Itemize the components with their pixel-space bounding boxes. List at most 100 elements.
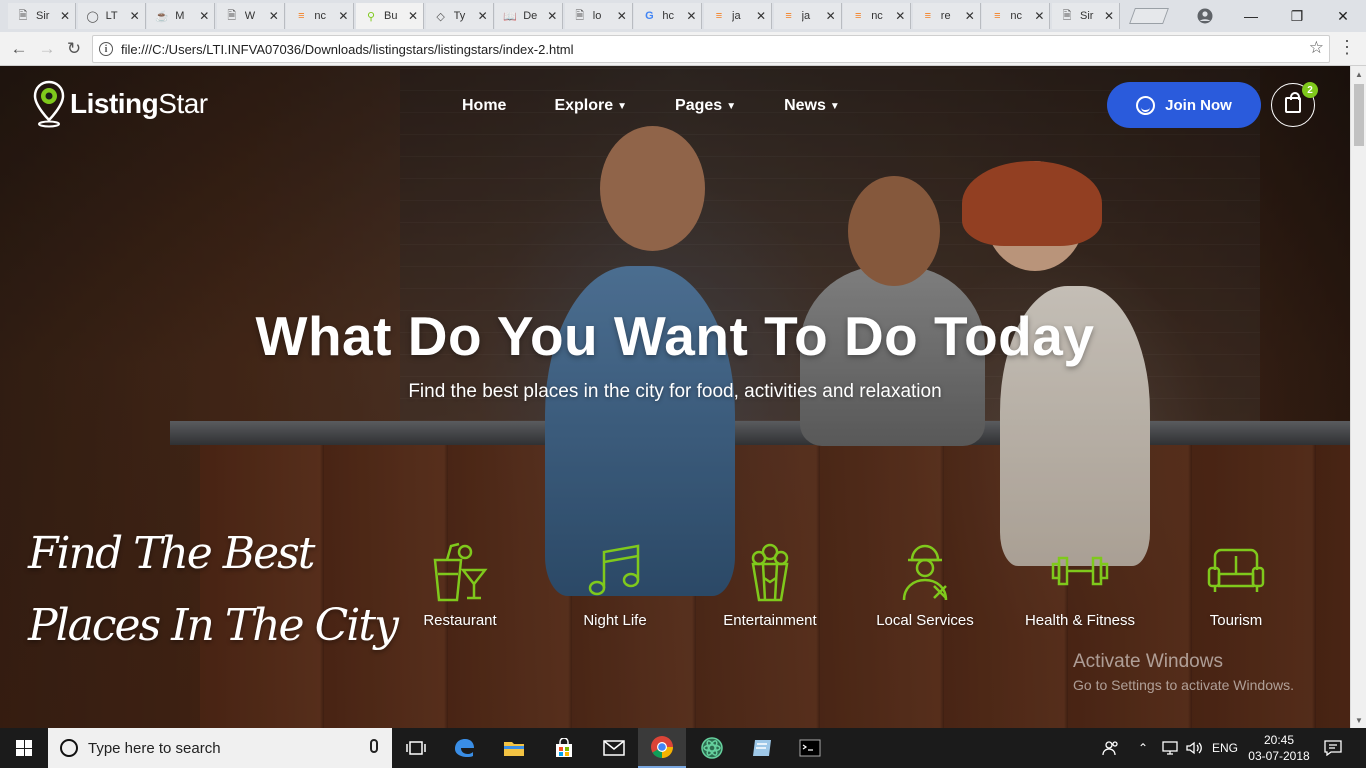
browser-tab-title: Ty: [453, 10, 466, 22]
address-bar[interactable]: i file:///C:/Users/LTI.INFVA07036/Downlo…: [92, 35, 1330, 63]
cart-button[interactable]: 2: [1271, 82, 1318, 127]
store-icon[interactable]: [540, 728, 588, 768]
browser-tab[interactable]: 🗎 Sir ✕: [1052, 3, 1120, 29]
browser-tab-title: Sir: [36, 10, 50, 22]
minimize-icon[interactable]: —: [1228, 0, 1274, 32]
caret-down-icon: ▼: [726, 100, 737, 112]
new-tab-button[interactable]: [1129, 8, 1169, 24]
edge-browser-icon[interactable]: [440, 728, 488, 768]
volume-icon[interactable]: [1186, 728, 1204, 768]
tab-close-icon[interactable]: ✕: [60, 9, 70, 23]
bookmark-star-icon[interactable]: ☆: [1309, 38, 1324, 58]
browser-tab[interactable]: ≡ nc ✕: [286, 3, 355, 29]
scroll-down-icon[interactable]: ▼: [1351, 712, 1366, 728]
browser-tab[interactable]: 🗎 lo ✕: [564, 3, 633, 29]
tab-close-icon[interactable]: ✕: [965, 9, 975, 23]
page-icon: 🗎: [18, 9, 28, 22]
tab-close-icon[interactable]: ✕: [338, 9, 348, 23]
taskbar-search[interactable]: Type here to search: [48, 728, 392, 768]
category-entertainment[interactable]: Entertainment: [712, 538, 828, 629]
windows-logo-icon: [16, 740, 32, 756]
nav-news[interactable]: News ▼: [784, 94, 840, 118]
scroll-up-icon[interactable]: ▲: [1351, 66, 1366, 82]
nav-explore[interactable]: Explore ▼: [554, 94, 627, 118]
restore-icon[interactable]: ❐: [1274, 0, 1320, 32]
close-window-icon[interactable]: ✕: [1320, 0, 1366, 32]
browser-tab[interactable]: ◇ Ty ✕: [425, 3, 494, 29]
main-navigation: Home Explore ▼ Pages ▼ News ▼: [462, 94, 888, 118]
browser-tab-title: lo: [592, 10, 602, 22]
category-label: Tourism: [1209, 612, 1263, 629]
start-button[interactable]: [0, 728, 48, 768]
tab-close-icon[interactable]: ✕: [617, 9, 627, 23]
file-explorer-icon[interactable]: [490, 728, 538, 768]
tab-close-icon[interactable]: ✕: [408, 9, 418, 23]
tab-close-icon[interactable]: ✕: [826, 9, 836, 23]
windows-taskbar: Type here to search ⌃ ENG 20:45 03-07-20…: [0, 728, 1366, 768]
tab-close-icon[interactable]: ✕: [199, 9, 209, 23]
diamond-icon: ◇: [436, 10, 445, 23]
tab-close-icon[interactable]: ✕: [269, 9, 279, 23]
reload-icon[interactable]: ↻: [63, 38, 85, 60]
atom-icon[interactable]: [688, 728, 736, 768]
browser-tab-title: nc: [871, 10, 883, 22]
profile-icon[interactable]: [1182, 0, 1228, 32]
chrome-icon[interactable]: [638, 728, 686, 768]
browser-tab-strip: 🗎 Sir ✕ ◯ LT ✕ ☕ M ✕ 🗎 W ✕ ≡ nc ✕ ⚲ Bu ✕ ◇ Ty ✕ 📖 De ✕ 🗎 lo ✕ Ghc ✕ ≡…: [0, 0, 1366, 32]
browser-tab[interactable]: ≡ re ✕: [912, 3, 981, 29]
browser-tab[interactable]: ≡ nc ✕: [982, 3, 1051, 29]
action-center-icon[interactable]: [1324, 728, 1342, 768]
category-restaurant[interactable]: Restaurant: [402, 538, 518, 629]
browser-tab[interactable]: ≡ ja ✕: [773, 3, 842, 29]
browser-tab[interactable]: ⚲ Bu ✕: [356, 3, 424, 29]
worker-icon: [867, 538, 983, 604]
category-label: Night Life: [583, 612, 647, 629]
microphone-icon[interactable]: [370, 739, 378, 753]
nav-pages[interactable]: Pages ▼: [675, 94, 736, 118]
category-local-services[interactable]: Local Services: [867, 538, 983, 629]
join-now-button[interactable]: Join Now: [1107, 82, 1261, 128]
browser-tab[interactable]: Ghc ✕: [634, 3, 703, 29]
tab-close-icon[interactable]: ✕: [895, 9, 905, 23]
category-tourism[interactable]: Tourism: [1178, 538, 1294, 629]
notes-app-icon[interactable]: [738, 728, 786, 768]
browser-tab[interactable]: ☕ M ✕: [147, 3, 216, 29]
tray-expand-icon[interactable]: ⌃: [1138, 728, 1148, 768]
tab-close-icon[interactable]: ✕: [1104, 9, 1114, 23]
tab-close-icon[interactable]: ✕: [547, 9, 557, 23]
terminal-icon[interactable]: [786, 728, 834, 768]
network-icon[interactable]: [1162, 728, 1178, 768]
browser-tab-title: hc: [662, 10, 675, 22]
browser-tab[interactable]: ≡ ja ✕: [704, 3, 772, 29]
forward-arrow-icon[interactable]: →: [36, 38, 58, 60]
page-icon: 🗎: [1062, 9, 1072, 22]
browser-tab[interactable]: 🗎 Sir ✕: [8, 3, 76, 29]
info-icon[interactable]: i: [99, 42, 113, 56]
nav-home[interactable]: Home: [462, 94, 506, 118]
browser-tab[interactable]: 📖 De ✕: [495, 3, 564, 29]
mail-icon[interactable]: [590, 728, 638, 768]
browser-tab[interactable]: 🗎 W ✕: [216, 3, 285, 29]
browser-tab[interactable]: ≡ nc ✕: [843, 3, 912, 29]
activate-windows-watermark: Activate Windows Go to Settings to activ…: [1073, 651, 1294, 693]
browser-tab[interactable]: ◯ LT ✕: [77, 3, 146, 29]
language-indicator[interactable]: ENG: [1212, 728, 1238, 768]
site-logo[interactable]: ListingStar: [32, 80, 208, 128]
tab-close-icon[interactable]: ✕: [478, 9, 488, 23]
tab-close-icon[interactable]: ✕: [756, 9, 766, 23]
task-view-icon[interactable]: [392, 728, 440, 768]
taskbar-clock[interactable]: 20:45 03-07-2018: [1248, 732, 1310, 764]
tab-close-icon[interactable]: ✕: [1034, 9, 1044, 23]
page-scrollbar[interactable]: ▲ ▼: [1350, 66, 1366, 728]
category-label: Entertainment: [723, 612, 817, 629]
tab-close-icon[interactable]: ✕: [686, 9, 696, 23]
browser-tab-title: ja: [801, 10, 811, 22]
scroll-thumb[interactable]: [1354, 84, 1364, 146]
tab-close-icon[interactable]: ✕: [130, 9, 140, 23]
people-icon[interactable]: [1102, 728, 1120, 768]
category-health-fitness[interactable]: Health & Fitness: [1022, 538, 1138, 629]
menu-kebab-icon[interactable]: ⋮: [1338, 37, 1356, 58]
back-arrow-icon[interactable]: ←: [8, 38, 30, 60]
category-night-life[interactable]: Night Life: [557, 538, 673, 629]
hero-subtitle: Find the best places in the city for foo…: [408, 381, 942, 402]
